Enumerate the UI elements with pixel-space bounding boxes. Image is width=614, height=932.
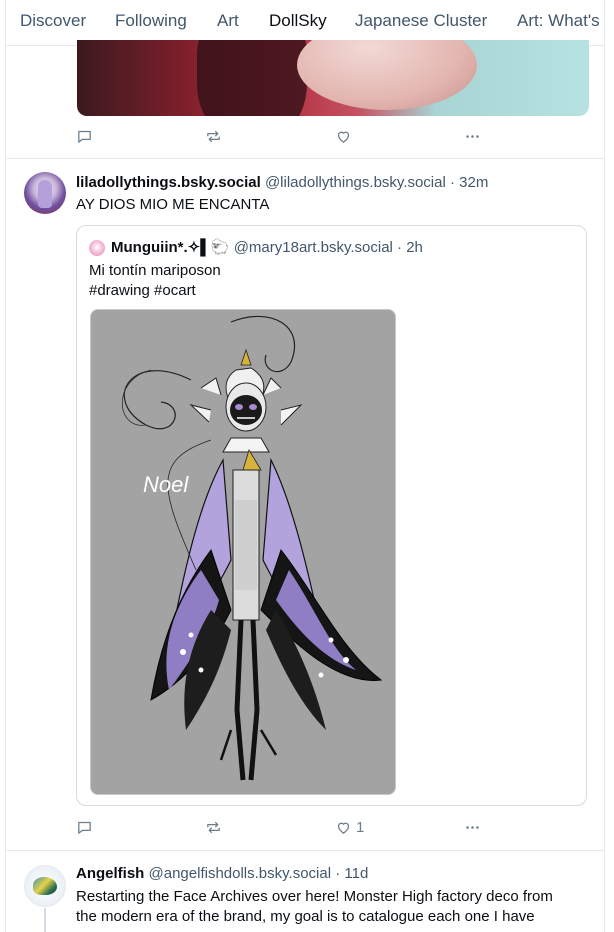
reply-button[interactable] [76,125,97,147]
avatar[interactable] [89,240,105,256]
post-time[interactable]: · 32m [450,174,488,191]
like-button[interactable]: 1 [335,816,364,838]
post-time: · 2h [397,239,423,256]
more-button[interactable] [464,125,481,147]
tab-following[interactable]: Following [115,11,187,31]
post-divider [6,850,604,851]
post-divider [6,158,604,159]
like-icon [337,131,350,143]
feed-left-border [5,0,6,932]
author-display-name[interactable]: liladollythings.bsky.social [76,174,261,191]
author-display-name[interactable]: Angelfish [76,865,144,882]
more-button[interactable] [464,816,481,838]
post-actions: 1 [76,816,496,838]
repost-icon [207,130,220,142]
post-image[interactable] [77,40,589,116]
thread-connector [44,908,46,932]
reply-icon [78,821,91,834]
tab-japanese-cluster[interactable]: Japanese Cluster [355,11,487,31]
post-time[interactable]: · 11d [335,865,368,882]
post-text: Restarting the Face Archives over here! … [76,888,553,925]
avatar[interactable] [24,172,66,214]
drawing-caption: Noel [143,472,189,497]
author-handle[interactable]: @liladollythings.bsky.social [265,174,446,191]
reply-icon [78,130,91,143]
tab-dollsky[interactable]: DollSky [269,11,327,31]
post-header: liladollythings.bsky.social @liladollyth… [76,174,488,191]
tab-art-whats[interactable]: Art: What's [517,11,600,31]
quoted-post-hashtags[interactable]: #drawing #ocart [89,282,196,299]
post-text: AY DIOS MIO ME ENCANTA [76,196,270,213]
tab-art[interactable]: Art [217,11,239,31]
quoted-post-image[interactable]: Noel [90,309,396,795]
quoted-post-header: Munguiin*.✧▌🐑 @mary18art.bsky.social · 2… [111,238,423,256]
like-button[interactable] [335,125,356,147]
tab-discover[interactable]: Discover [20,11,86,31]
like-icon [337,822,350,834]
repost-icon [207,821,220,833]
post-header: Angelfish @angelfishdolls.bsky.social · … [76,865,368,882]
more-icon [466,134,479,138]
author-display-name[interactable]: Munguiin*.✧▌🐑 [111,239,230,256]
feed-right-border [604,0,605,932]
like-count: 1 [356,818,365,836]
quoted-post-text: Mi tontín mariposon [89,262,221,279]
avatar[interactable] [24,865,66,907]
post-actions [76,125,496,147]
quoted-post[interactable]: Munguiin*.✧▌🐑 @mary18art.bsky.social · 2… [76,225,587,806]
more-icon [466,825,479,829]
reply-button[interactable] [76,816,97,838]
author-handle[interactable]: @mary18art.bsky.social [234,239,393,256]
author-handle[interactable]: @angelfishdolls.bsky.social [149,865,332,882]
moth-character-drawing: Noel [91,310,395,794]
repost-button[interactable] [205,816,226,838]
repost-button[interactable] [205,125,226,147]
